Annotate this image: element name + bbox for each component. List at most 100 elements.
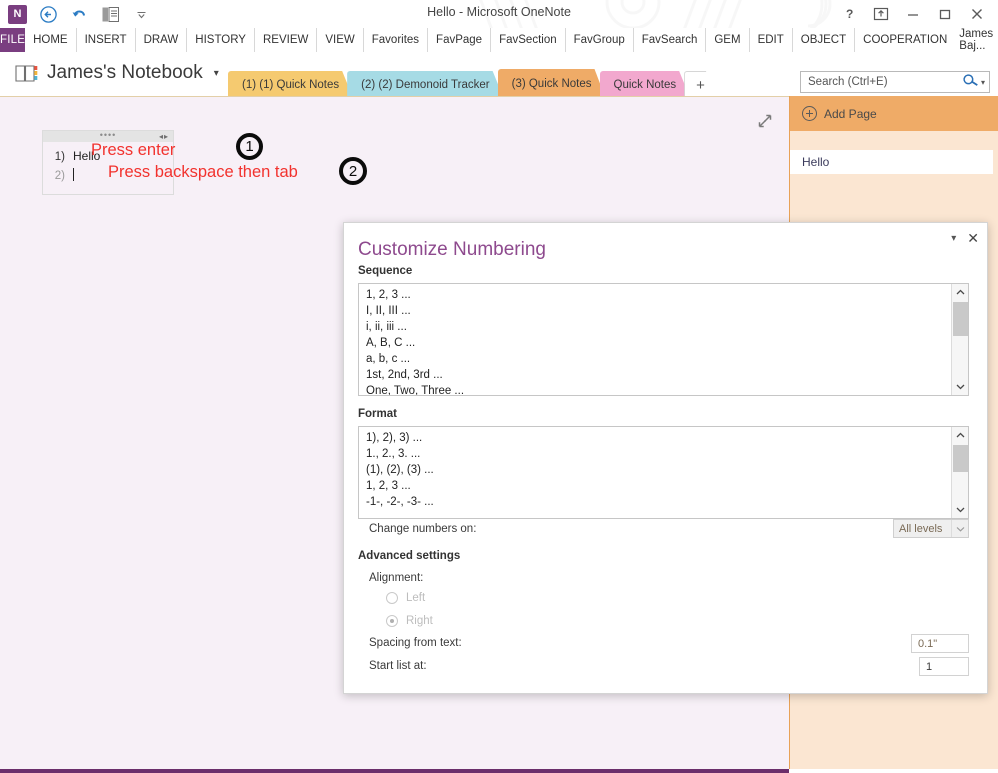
- tab-favsearch[interactable]: FavSearch: [634, 28, 707, 52]
- status-bar: [0, 769, 789, 773]
- tab-favpage[interactable]: FavPage: [428, 28, 492, 52]
- tab-review[interactable]: REVIEW: [255, 28, 318, 52]
- chevron-down-icon[interactable]: [951, 520, 968, 537]
- sequence-item-6[interactable]: One, Two, Three ...: [366, 383, 950, 395]
- alignment-label: Alignment:: [369, 572, 424, 584]
- search-input[interactable]: [808, 76, 963, 88]
- format-item-0[interactable]: 1), 2), 3) ...: [366, 430, 950, 446]
- format-item-1[interactable]: 1., 2., 3. ...: [366, 446, 950, 462]
- sequence-listbox[interactable]: 1, 2, 3 ... I, II, III ... i, ii, iii ..…: [358, 283, 969, 396]
- sequence-label: Sequence: [358, 265, 413, 277]
- tab-cooperation[interactable]: COOPERATION: [855, 28, 955, 52]
- sequence-listbox-items: 1, 2, 3 ... I, II, III ... i, ii, iii ..…: [359, 284, 950, 395]
- page-list-item-title: Hello: [802, 155, 830, 169]
- section-tab-3[interactable]: (3) Quick Notes: [498, 69, 606, 98]
- tab-edit[interactable]: EDIT: [750, 28, 793, 52]
- section-tab-bar: James's Notebook ▾ (1) (1) Quick Notes (…: [0, 52, 998, 96]
- search-box[interactable]: ▾: [800, 71, 990, 93]
- tab-history[interactable]: HISTORY: [187, 28, 255, 52]
- back-icon[interactable]: [37, 3, 59, 25]
- sequence-scroll-thumb[interactable]: [953, 302, 968, 336]
- format-item-3[interactable]: 1, 2, 3 ...: [366, 478, 950, 494]
- note-resize-arrows-icon[interactable]: ◂▸: [159, 132, 169, 141]
- start-list-at-input[interactable]: 1: [919, 657, 969, 676]
- format-listbox-items: 1), 2), 3) ... 1., 2., 3. ... (1), (2), …: [359, 427, 950, 518]
- sequence-scroll-up-icon[interactable]: [952, 284, 968, 301]
- tab-object[interactable]: OBJECT: [793, 28, 856, 52]
- search-icon[interactable]: [961, 72, 979, 93]
- start-list-at-label: Start list at:: [369, 660, 427, 672]
- notebook-caret-icon[interactable]: ▾: [214, 68, 219, 79]
- format-scroll-down-icon[interactable]: [952, 501, 968, 518]
- sequence-item-0[interactable]: 1, 2, 3 ...: [366, 287, 950, 303]
- undo-icon[interactable]: [68, 3, 90, 25]
- format-scroll-up-icon[interactable]: [952, 427, 968, 444]
- tab-home[interactable]: HOME: [25, 28, 77, 52]
- sequence-item-1[interactable]: I, II, III ...: [366, 303, 950, 319]
- window-controls: ?: [834, 2, 992, 26]
- change-numbers-dropdown[interactable]: All levels: [893, 519, 969, 538]
- notebook-selector[interactable]: James's Notebook ▾: [14, 62, 219, 84]
- add-section-button[interactable]: +: [684, 71, 717, 98]
- sequence-item-4[interactable]: a, b, c ...: [366, 351, 950, 367]
- sequence-scroll-down-icon[interactable]: [952, 378, 968, 395]
- ribbon-tab-bar: FILE HOME INSERT DRAW HISTORY REVIEW VIE…: [0, 28, 998, 52]
- onenote-logo-glyph: N: [7, 4, 27, 24]
- onenote-logo-icon: N: [6, 3, 28, 25]
- sequence-scrollbar[interactable]: [951, 284, 968, 395]
- sequence-item-5[interactable]: 1st, 2nd, 3rd ...: [366, 367, 950, 383]
- radio-left-icon[interactable]: [386, 592, 398, 604]
- close-button[interactable]: [962, 2, 992, 26]
- dialog-collapse-caret-icon[interactable]: ▾: [951, 233, 956, 244]
- section-tab-4[interactable]: Quick Notes: [600, 71, 691, 98]
- ribbon-display-options-button[interactable]: [866, 2, 896, 26]
- dialog-close-icon[interactable]: ✕: [967, 231, 979, 245]
- customize-quick-access-caret-icon[interactable]: [130, 3, 152, 25]
- annotation-press-enter: Press enter: [91, 141, 176, 159]
- maximize-button[interactable]: [930, 2, 960, 26]
- section-tab-2-label: (2) (2) Demonoid Tracker: [361, 78, 490, 91]
- tab-draw[interactable]: DRAW: [136, 28, 188, 52]
- tab-favsection[interactable]: FavSection: [491, 28, 566, 52]
- section-tab-1-label: (1) (1) Quick Notes: [242, 78, 340, 91]
- dialog-title: Customize Numbering: [358, 239, 546, 260]
- account-name[interactable]: James Baj...: [955, 28, 998, 52]
- svg-text:?: ?: [846, 7, 853, 21]
- note-line-1-number: 1): [54, 151, 65, 163]
- format-scroll-thumb[interactable]: [953, 445, 968, 472]
- search-caret-icon[interactable]: ▾: [981, 78, 985, 87]
- page-list-item-hello[interactable]: Hello: [790, 150, 993, 174]
- annotation-press-backspace-then-tab: Press backspace then tab: [108, 163, 298, 181]
- format-item-4[interactable]: -1-, -2-, -3- ...: [366, 494, 950, 510]
- sequence-item-3[interactable]: A, B, C ...: [366, 335, 950, 351]
- alignment-left-label: Left: [406, 592, 426, 604]
- add-page-label: Add Page: [824, 106, 877, 121]
- add-page-button[interactable]: Add Page: [790, 96, 998, 131]
- expand-page-icon[interactable]: [755, 111, 775, 131]
- minimize-button[interactable]: [898, 2, 928, 26]
- note-handle-dots-icon: ••••: [99, 129, 117, 140]
- annotation-badge-2-label: 2: [348, 162, 358, 180]
- help-button[interactable]: ?: [834, 2, 864, 26]
- spacing-from-text-input[interactable]: 0.1": [911, 634, 969, 653]
- annotation-badge-2: 2: [339, 157, 367, 185]
- format-scrollbar[interactable]: [951, 427, 968, 518]
- section-tab-2[interactable]: (2) (2) Demonoid Tracker: [347, 71, 503, 98]
- dock-to-desktop-icon[interactable]: [99, 3, 121, 25]
- customize-numbering-dialog[interactable]: Customize Numbering ▾ ✕ Sequence 1, 2, 3…: [343, 222, 988, 694]
- tab-favorites[interactable]: Favorites: [364, 28, 429, 52]
- alignment-option-right[interactable]: Right: [386, 615, 433, 627]
- tab-insert[interactable]: INSERT: [77, 28, 136, 52]
- alignment-option-left[interactable]: Left: [386, 592, 425, 604]
- spacing-from-text-value: 0.1": [918, 637, 938, 650]
- section-tab-1[interactable]: (1) (1) Quick Notes: [228, 71, 353, 98]
- radio-right-icon[interactable]: [386, 615, 398, 627]
- format-listbox[interactable]: 1), 2), 3) ... 1., 2., 3. ... (1), (2), …: [358, 426, 969, 519]
- format-item-2[interactable]: (1), (2), (3) ...: [366, 462, 950, 478]
- tab-view[interactable]: VIEW: [317, 28, 364, 52]
- tab-file[interactable]: FILE: [0, 28, 26, 52]
- sequence-item-2[interactable]: i, ii, iii ...: [366, 319, 950, 335]
- tab-favgroup[interactable]: FavGroup: [566, 28, 634, 52]
- tab-gem[interactable]: GEM: [706, 28, 750, 52]
- dialog-controls: ▾ ✕: [951, 231, 979, 245]
